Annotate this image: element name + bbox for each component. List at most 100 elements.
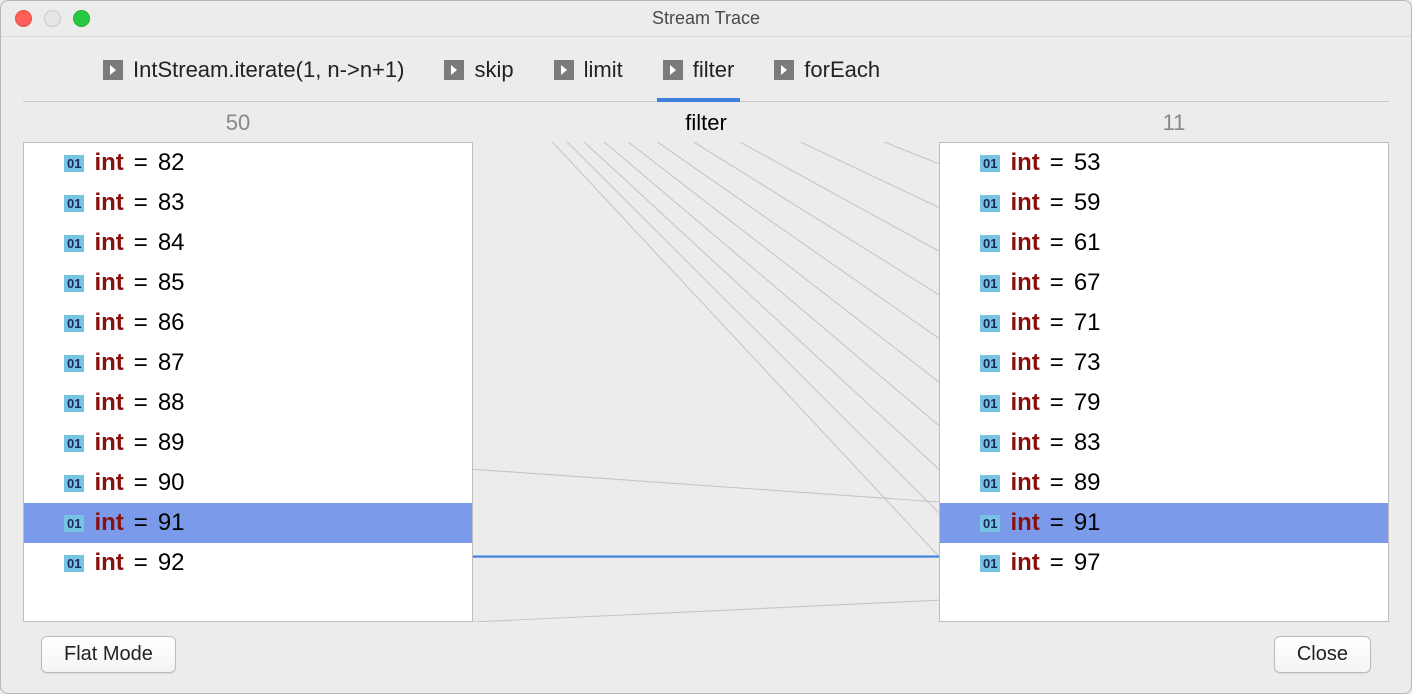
equals-sign: =	[1050, 349, 1064, 377]
tab-skip[interactable]: skip	[444, 57, 513, 87]
list-item[interactable]: 01int=53	[940, 143, 1388, 183]
equals-sign: =	[134, 549, 148, 577]
list-item[interactable]: 01int=97	[940, 543, 1388, 583]
type-keyword: int	[94, 149, 123, 177]
input-list-box: 01int=8201int=8301int=8401int=8501int=86…	[23, 142, 473, 622]
list-item[interactable]: 01int=82	[24, 143, 472, 183]
value: 83	[158, 189, 185, 217]
list-item[interactable]: 01int=89	[940, 463, 1388, 503]
type-keyword: int	[94, 229, 123, 257]
list-item[interactable]: 01 int = 84	[24, 223, 472, 263]
type-keyword: int	[1010, 549, 1039, 577]
list-item[interactable]: 01int=91	[24, 503, 472, 543]
type-keyword: int	[94, 509, 123, 537]
tab-label: filter	[693, 57, 735, 83]
input-list[interactable]: 01int=8201int=8301int=8401int=8501int=86…	[24, 143, 472, 621]
list-item[interactable]: 01int=88	[24, 383, 472, 423]
stage-name: filter	[453, 110, 959, 136]
type-keyword: int	[1010, 389, 1039, 417]
type-keyword: int	[1010, 349, 1039, 377]
type-keyword: int	[94, 429, 123, 457]
type-badge-icon: 01	[980, 315, 1000, 332]
value: 87	[158, 349, 185, 377]
chevron-right-icon	[444, 60, 464, 80]
list-item[interactable]: 01int=61	[940, 223, 1388, 263]
value: 59	[1074, 189, 1101, 217]
type-badge-icon: 01	[64, 275, 84, 292]
output-count: 11	[959, 110, 1389, 136]
minimize-window-button[interactable]	[44, 10, 61, 27]
value: 91	[158, 509, 185, 537]
type-keyword: int	[94, 189, 123, 217]
type-badge-icon: 01	[980, 155, 1000, 172]
value: 89	[158, 429, 185, 457]
mapping-lines	[473, 142, 939, 622]
list-item[interactable]: 01int=90	[24, 463, 472, 503]
output-list[interactable]: 01int=5301int=5901int=6101int=6701int=71…	[940, 143, 1388, 621]
tab-label: forEach	[804, 57, 880, 83]
value: 85	[158, 269, 185, 297]
equals-sign: =	[134, 229, 148, 257]
type-badge-icon: 01	[64, 235, 84, 252]
equals-sign: =	[134, 189, 148, 217]
tab-label: skip	[474, 57, 513, 83]
footer: Flat Mode Close	[1, 622, 1411, 693]
output-list-box: 01int=5301int=5901int=6101int=6701int=71…	[939, 142, 1389, 622]
value: 91	[1074, 509, 1101, 537]
tab-limit[interactable]: limit	[554, 57, 623, 87]
type-badge-icon: 01	[980, 395, 1000, 412]
tabs-container: IntStream.iterate(1, n->n+1) skip limit fil…	[1, 37, 1411, 102]
flat-mode-button[interactable]: Flat Mode	[41, 636, 176, 673]
type-keyword: int	[1010, 269, 1039, 297]
value: 83	[1074, 429, 1101, 457]
list-item[interactable]: 01int=86	[24, 303, 472, 343]
type-badge-icon: 01	[64, 475, 84, 492]
list-item[interactable]: 01int=83	[940, 423, 1388, 463]
equals-sign: =	[1050, 389, 1064, 417]
value: 86	[158, 309, 185, 337]
list-item[interactable]: 01 int = 89	[24, 423, 472, 463]
type-badge-icon: 01	[64, 315, 84, 332]
list-item[interactable]: 01int=73	[940, 343, 1388, 383]
tab-foreach[interactable]: forEach	[774, 57, 880, 87]
list-item[interactable]: 01int=92	[24, 543, 472, 583]
type-badge-icon: 01	[980, 195, 1000, 212]
type-badge-icon: 01	[980, 355, 1000, 372]
type-badge-icon: 01	[980, 475, 1000, 492]
list-item[interactable]: 01int=67	[940, 263, 1388, 303]
type-keyword: int	[94, 549, 123, 577]
list-item[interactable]: 01int=85	[24, 263, 472, 303]
tab-filter[interactable]: filter	[663, 57, 735, 87]
type-keyword: int	[94, 309, 123, 337]
zoom-window-button[interactable]	[73, 10, 90, 27]
close-button[interactable]: Close	[1274, 636, 1371, 673]
type-badge-icon: 01	[64, 515, 84, 532]
equals-sign: =	[1050, 509, 1064, 537]
equals-sign: =	[134, 429, 148, 457]
type-keyword: int	[94, 269, 123, 297]
equals-sign: =	[134, 349, 148, 377]
type-keyword: int	[1010, 189, 1039, 217]
tab-label: limit	[584, 57, 623, 83]
type-badge-icon: 01	[980, 275, 1000, 292]
type-badge-icon: 01	[980, 555, 1000, 572]
stream-trace-window: Stream Trace IntStream.iterate(1, n->n+1…	[0, 0, 1412, 694]
list-item[interactable]: 01int=59	[940, 183, 1388, 223]
chevron-right-icon	[554, 60, 574, 80]
list-item[interactable]: 01int=83	[24, 183, 472, 223]
value: 90	[158, 469, 185, 497]
type-badge-icon: 01	[980, 435, 1000, 452]
equals-sign: =	[134, 149, 148, 177]
value: 84	[158, 229, 185, 257]
tab-intstream-iterate-1-n-n-1-[interactable]: IntStream.iterate(1, n->n+1)	[103, 57, 404, 87]
list-item[interactable]: 01int=79	[940, 383, 1388, 423]
chevron-right-icon	[663, 60, 683, 80]
list-item[interactable]: 01int=87	[24, 343, 472, 383]
input-count: 50	[23, 110, 453, 136]
list-item[interactable]: 01int=71	[940, 303, 1388, 343]
stage-header: 50 filter 11	[1, 110, 1411, 136]
type-badge-icon: 01	[64, 435, 84, 452]
close-window-button[interactable]	[15, 10, 32, 27]
type-badge-icon: 01	[64, 555, 84, 572]
list-item[interactable]: 01int=91	[940, 503, 1388, 543]
